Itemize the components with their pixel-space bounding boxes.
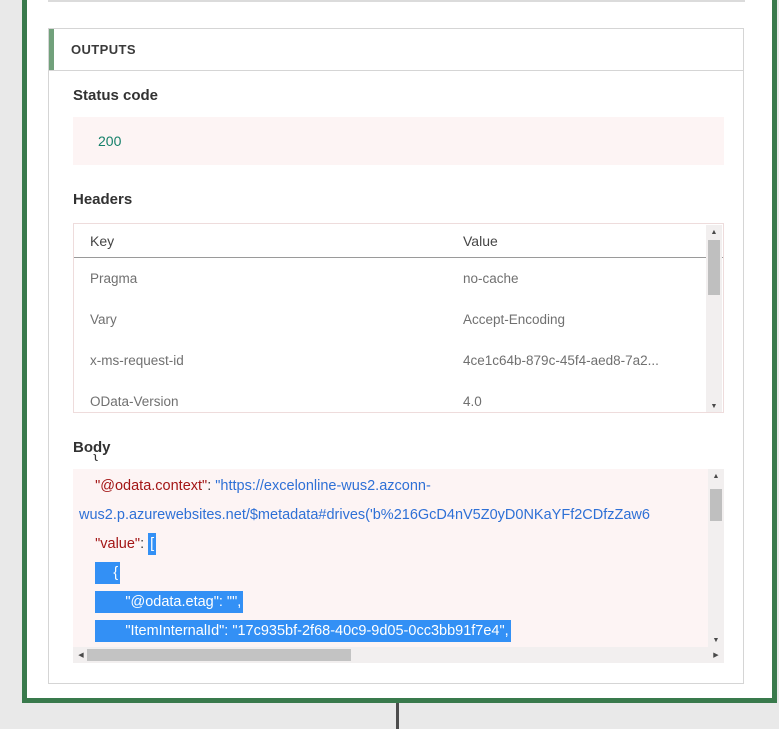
upper-card-divider (48, 0, 745, 2)
json-text (79, 536, 95, 552)
json-text: "@odata.context" (95, 478, 207, 494)
header-key-cell: x-ms-request-id (74, 353, 463, 368)
status-code-value: 200 (98, 133, 121, 149)
status-code-box: 200 (73, 117, 724, 165)
header-value-cell: no-cache (463, 271, 723, 286)
body-code[interactable]: "@odata.context": "https://excelonline-w… (73, 469, 708, 647)
json-text (79, 478, 95, 494)
body-json-line: wus2.p.azurewebsites.net/$metadata#drive… (79, 501, 708, 530)
header-value-cell: 4.0 (463, 394, 723, 409)
header-key-cell: OData-Version (74, 394, 463, 409)
header-value-cell: Accept-Encoding (463, 312, 723, 327)
json-text: wus2.p.azurewebsites.net/$metadata#drive… (79, 507, 650, 523)
body-json-line: "@odata.etag": "", (79, 588, 708, 617)
json-text: : (140, 536, 148, 552)
header-row: Pragmano-cache (74, 258, 723, 299)
selected-json-text: "@odata.etag": "", (95, 591, 243, 613)
status-code-label: Status code (73, 87, 158, 104)
body-json-line: "@odata.context": "https://excelonline-w… (79, 472, 708, 501)
json-text: "https://excelonline-wus2.azconn- (215, 478, 431, 494)
outputs-section-title: OUTPUTS (71, 42, 136, 57)
clipped-json-brace: { (93, 454, 105, 467)
scroll-down-icon[interactable]: ▼ (708, 633, 724, 647)
headers-table: Key Value Pragmano-cacheVaryAccept-Encod… (73, 223, 724, 413)
scroll-right-icon[interactable]: ▶ (708, 647, 724, 663)
scroll-up-icon[interactable]: ▲ (708, 469, 724, 483)
header-row: x-ms-request-id4ce1c64b-879c-45f4-aed8-7… (74, 340, 723, 381)
body-raw-output-box: "@odata.context": "https://excelonline-w… (73, 469, 724, 663)
key-column-header: Key (74, 233, 463, 249)
headers-table-head: Key Value (74, 224, 723, 258)
outputs-accent-bar (49, 29, 54, 70)
scroll-down-icon[interactable]: ▼ (706, 399, 722, 413)
body-json-line: "ItemInternalId": "17c935bf-2f68-40c9-9d… (79, 617, 708, 646)
header-key-cell: Vary (74, 312, 463, 327)
selected-json-text: { (95, 562, 120, 584)
flow-connector-line (396, 703, 399, 729)
flow-run-canvas: OUTPUTS Status code 200 Headers Key Valu… (0, 0, 779, 729)
json-text (79, 565, 95, 581)
headers-scrollbar-thumb[interactable] (708, 240, 720, 295)
body-json-line: { (79, 559, 708, 588)
headers-table-vertical-scrollbar[interactable]: ▲ ▼ (706, 225, 722, 413)
headers-table-rows: Pragmano-cacheVaryAccept-Encodingx-ms-re… (74, 258, 723, 413)
headers-label: Headers (73, 191, 132, 208)
json-text (79, 623, 95, 639)
selected-json-text: "ItemInternalId": "17c935bf-2f68-40c9-9d… (95, 620, 511, 642)
selected-json-text: [ (148, 533, 156, 555)
outputs-card: OUTPUTS Status code 200 Headers Key Valu… (48, 28, 744, 684)
value-column-header: Value (463, 233, 723, 249)
body-horizontal-scrollbar[interactable]: ◀ ▶ (73, 647, 724, 663)
scroll-up-icon[interactable]: ▲ (706, 225, 722, 239)
json-text: "value" (95, 536, 140, 552)
header-row: OData-Version4.0 (74, 381, 723, 413)
body-hscrollbar-thumb[interactable] (87, 649, 351, 661)
body-vscrollbar-thumb[interactable] (710, 489, 722, 521)
json-text (79, 594, 95, 610)
header-key-cell: Pragma (74, 271, 463, 286)
outputs-section-header: OUTPUTS (49, 29, 743, 71)
header-value-cell: 4ce1c64b-879c-45f4-aed8-7a2... (463, 353, 723, 368)
body-json-line: "value": [ (79, 530, 708, 559)
header-row: VaryAccept-Encoding (74, 299, 723, 340)
body-vertical-scrollbar[interactable]: ▲ ▼ (708, 469, 724, 647)
